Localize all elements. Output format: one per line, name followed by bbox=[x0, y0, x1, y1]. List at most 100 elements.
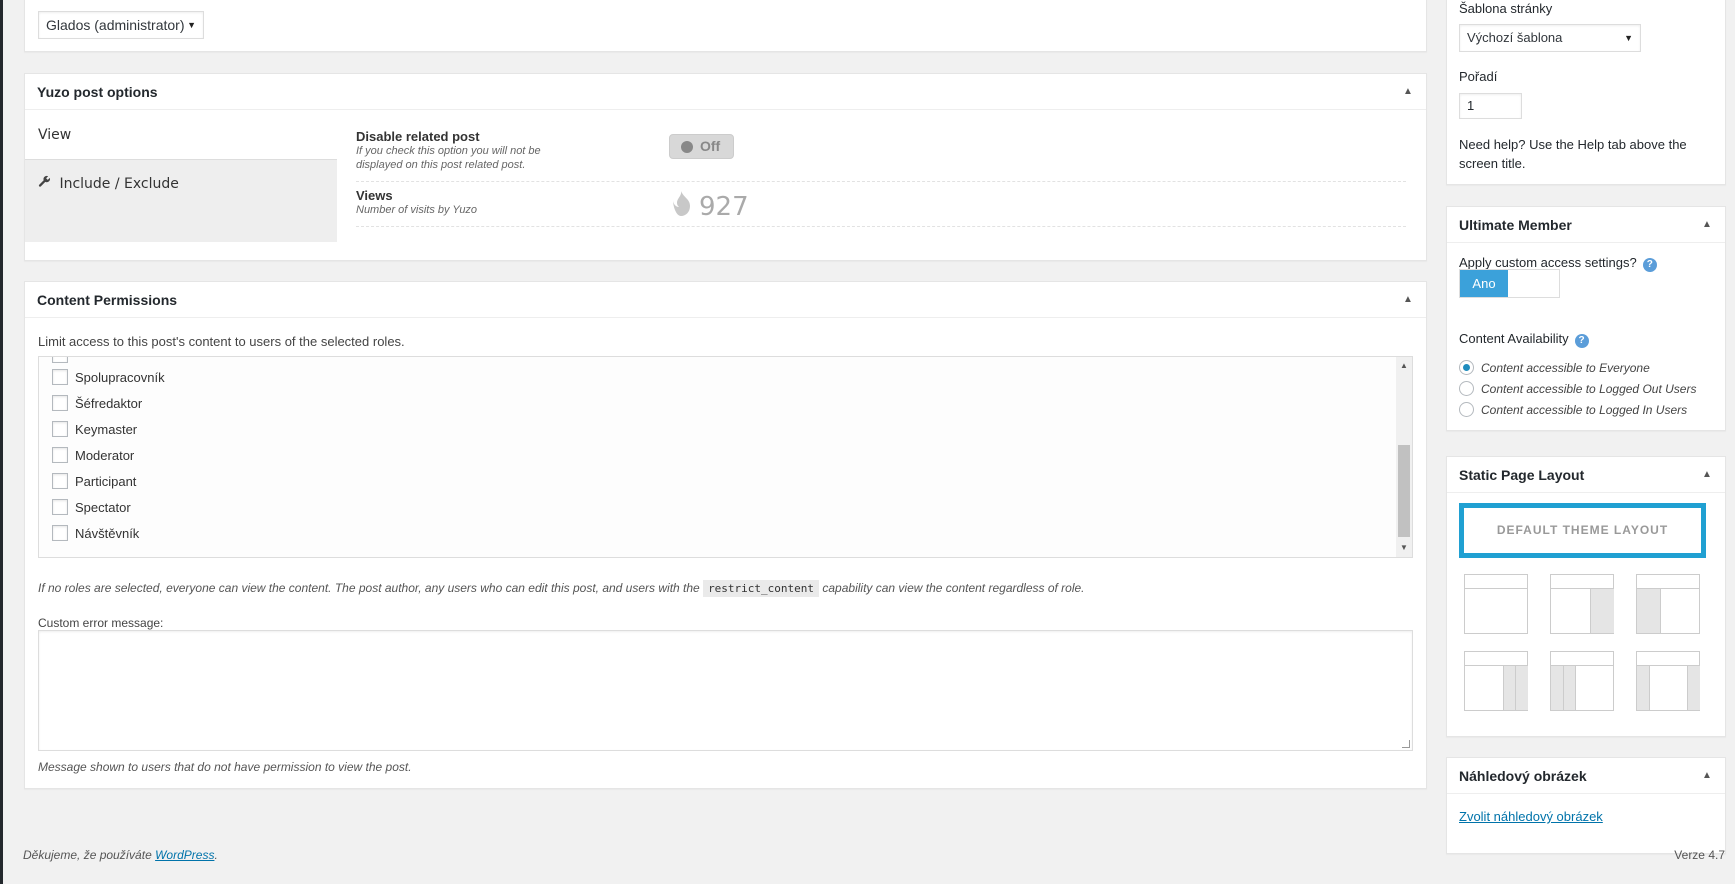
role-item[interactable]: Moderator bbox=[52, 446, 134, 466]
radio-button[interactable] bbox=[1459, 402, 1474, 417]
toggle-on: Ano bbox=[1460, 270, 1508, 297]
collapse-arrow-icon[interactable]: ▲ bbox=[1398, 74, 1418, 110]
help-icon[interactable]: ? bbox=[1574, 334, 1589, 348]
disable-related-toggle[interactable]: Off bbox=[669, 134, 734, 159]
layout-option-left-sidebar[interactable] bbox=[1636, 574, 1700, 634]
yuzo-title: Yuzo post options bbox=[37, 84, 158, 100]
layout-option-full-width[interactable] bbox=[1464, 574, 1528, 634]
admin-menu-edge bbox=[0, 0, 3, 884]
author-select[interactable]: Glados (administrator) ▼ bbox=[38, 11, 204, 39]
availability-option[interactable]: Content accessible to Everyone bbox=[1459, 359, 1650, 377]
scroll-up-icon[interactable]: ▲ bbox=[1396, 359, 1412, 373]
ultimate-member-metabox: Ultimate Member ▲ Apply custom access se… bbox=[1446, 206, 1726, 431]
content-permissions-header[interactable]: Content Permissions ▲ bbox=[25, 282, 1426, 318]
custom-error-textarea[interactable] bbox=[38, 630, 1413, 751]
order-label: Pořadí bbox=[1459, 69, 1498, 84]
views-row: Views Number of visits by Yuzo bbox=[356, 188, 1406, 227]
ultimate-member-title: Ultimate Member bbox=[1459, 217, 1572, 233]
role-item[interactable]: Keymaster bbox=[52, 420, 137, 440]
help-icon[interactable]: ? bbox=[1642, 258, 1657, 272]
content-permissions-intro: Limit access to this post's content to u… bbox=[38, 334, 405, 349]
role-label: Spolupracovník bbox=[75, 370, 165, 385]
role-item[interactable]: Participant bbox=[52, 472, 136, 492]
role-checkbox[interactable] bbox=[52, 499, 68, 515]
template-select[interactable]: Výchozí šablona ▼ bbox=[1459, 24, 1641, 52]
order-value: 1 bbox=[1467, 98, 1475, 113]
radio-button[interactable] bbox=[1459, 360, 1474, 375]
collapse-arrow-icon[interactable]: ▲ bbox=[1697, 758, 1717, 794]
collapse-arrow-icon[interactable]: ▲ bbox=[1398, 282, 1418, 318]
role-checkbox[interactable] bbox=[52, 447, 68, 463]
featured-image-metabox: Náhledový obrázek ▲ Zvolit náhledový obr… bbox=[1446, 757, 1726, 854]
roles-scrollbar[interactable]: ▲ ▼ bbox=[1396, 357, 1412, 557]
collapse-arrow-icon[interactable]: ▲ bbox=[1697, 207, 1717, 243]
role-label: Moderator bbox=[75, 448, 135, 463]
layout-option-two-right-sidebars[interactable] bbox=[1464, 651, 1528, 711]
radio-button[interactable] bbox=[1459, 381, 1474, 396]
disable-related-label: Disable related post bbox=[356, 129, 480, 144]
collapse-arrow-icon[interactable]: ▲ bbox=[1697, 457, 1717, 493]
role-item[interactable]: Návštěvník bbox=[52, 524, 139, 544]
role-checkbox[interactable] bbox=[52, 395, 68, 411]
role-checkbox[interactable] bbox=[52, 357, 68, 363]
apply-custom-access-label: Apply custom access settings? bbox=[1459, 255, 1637, 270]
availability-option-label: Content accessible to Logged In Users bbox=[1481, 403, 1688, 417]
availability-option-label: Content accessible to Logged Out Users bbox=[1481, 382, 1697, 396]
template-select-value: Výchozí šablona bbox=[1467, 30, 1563, 45]
tab-include-exclude-label: Include / Exclude bbox=[59, 176, 179, 192]
role-checkbox[interactable] bbox=[52, 525, 68, 541]
author-metabox: Glados (administrator) ▼ bbox=[24, 0, 1427, 52]
static-layout-title: Static Page Layout bbox=[1459, 467, 1585, 483]
scroll-down-icon[interactable]: ▼ bbox=[1396, 541, 1412, 555]
role-label: Spectator bbox=[75, 500, 131, 515]
availability-option-label: Content accessible to Everyone bbox=[1481, 361, 1650, 375]
custom-access-toggle[interactable]: Ano bbox=[1459, 269, 1560, 298]
role-label: Návštěvník bbox=[75, 526, 140, 541]
layout-option-default[interactable]: DEFAULT THEME LAYOUT bbox=[1459, 503, 1706, 558]
footer-thanks-prefix: Děkujeme, že používáte bbox=[23, 848, 152, 862]
content-availability-label: Content Availability bbox=[1459, 331, 1569, 346]
views-label: Views bbox=[356, 188, 393, 203]
disable-related-row: Disable related post If you check this o… bbox=[356, 129, 1406, 182]
wrench-icon bbox=[38, 160, 51, 208]
featured-image-header[interactable]: Náhledový obrázek ▲ bbox=[1447, 758, 1725, 794]
scrollbar-thumb[interactable] bbox=[1398, 445, 1410, 537]
role-item[interactable]: Šéfredaktor bbox=[52, 394, 142, 414]
role-label: Keymaster bbox=[75, 422, 138, 437]
chevron-down-icon: ▼ bbox=[187, 20, 196, 30]
custom-error-hint: Message shown to users that do not have … bbox=[38, 760, 412, 774]
template-label: Šablona stránky bbox=[1459, 1, 1553, 16]
footer-thanks: Děkujeme, že používáte WordPress. bbox=[23, 848, 218, 862]
content-permissions-title: Content Permissions bbox=[37, 292, 178, 308]
wordpress-link[interactable]: WordPress bbox=[155, 848, 214, 862]
roles-note-before: If no roles are selected, everyone can v… bbox=[38, 581, 700, 595]
static-layout-header[interactable]: Static Page Layout ▲ bbox=[1447, 457, 1725, 493]
yuzo-header[interactable]: Yuzo post options ▲ bbox=[25, 74, 1426, 110]
chevron-down-icon: ▼ bbox=[1624, 33, 1633, 43]
order-input[interactable]: 1 bbox=[1459, 93, 1522, 119]
layout-option-both-sidebars[interactable] bbox=[1636, 651, 1700, 711]
role-item[interactable]: Spolupracovník bbox=[52, 368, 165, 388]
tab-include-exclude[interactable]: Include / Exclude bbox=[25, 160, 337, 208]
resize-handle-icon[interactable] bbox=[1402, 740, 1410, 748]
roles-list[interactable]: Spolupracovník Šéfredaktor Keymaster Mod… bbox=[38, 356, 1413, 558]
views-desc: Number of visits by Yuzo bbox=[356, 204, 478, 216]
role-item[interactable]: Spectator bbox=[52, 498, 131, 518]
yuzo-tabs: View Include / Exclude bbox=[25, 111, 337, 242]
role-checkbox[interactable] bbox=[52, 369, 68, 385]
content-availability: Content Availability? bbox=[1459, 331, 1589, 348]
role-checkbox[interactable] bbox=[52, 473, 68, 489]
restrict-content-code: restrict_content bbox=[703, 580, 820, 597]
ultimate-member-header[interactable]: Ultimate Member ▲ bbox=[1447, 207, 1725, 243]
footer-version: Verze 4.7 bbox=[1674, 848, 1725, 862]
role-checkbox[interactable] bbox=[52, 421, 68, 437]
toggle-label: Off bbox=[700, 138, 721, 154]
availability-option[interactable]: Content accessible to Logged In Users bbox=[1459, 401, 1687, 419]
set-featured-image-link[interactable]: Zvolit náhledový obrázek bbox=[1459, 809, 1603, 824]
layout-option-right-sidebar[interactable] bbox=[1550, 574, 1614, 634]
content-permissions-metabox: Content Permissions ▲ Limit access to th… bbox=[24, 281, 1427, 789]
layout-option-two-left-sidebars[interactable] bbox=[1550, 651, 1614, 711]
availability-option[interactable]: Content accessible to Logged Out Users bbox=[1459, 380, 1696, 398]
tab-view[interactable]: View bbox=[25, 111, 337, 160]
views-count-value: 927 bbox=[699, 192, 749, 222]
